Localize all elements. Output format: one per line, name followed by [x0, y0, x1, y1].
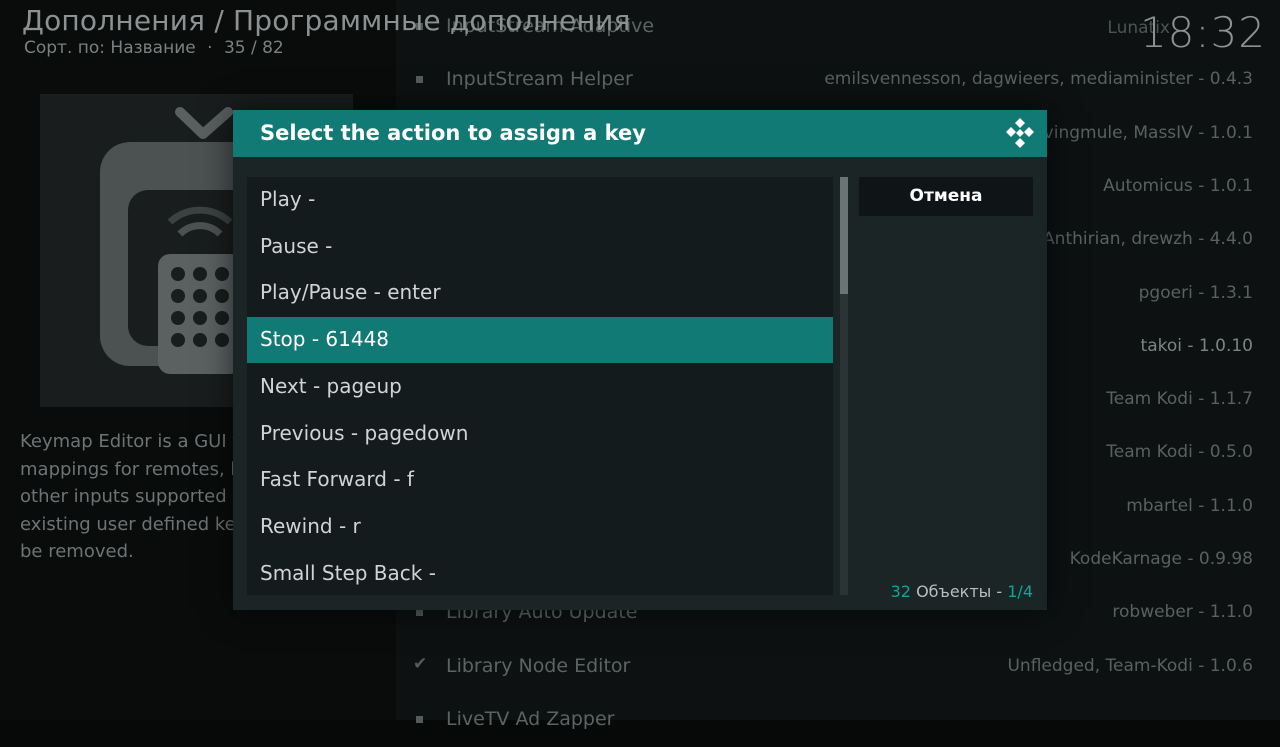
addon-author-version: emilsvennesson, dagwieers, mediaminister…	[824, 69, 1253, 90]
dialog-title: Select the action to assign a key	[260, 121, 646, 145]
sort-label[interactable]: Сорт. по: Название	[24, 38, 196, 58]
bullet-icon	[416, 715, 423, 723]
addon-author-version: robweber - 1.1.0	[1112, 602, 1253, 623]
action-label: Rewind - r	[260, 513, 361, 538]
kodi-logo-icon	[1006, 118, 1034, 148]
page-title: Дополнения / Программные дополнения	[22, 4, 631, 37]
clock: 18:32	[1139, 8, 1266, 57]
item-count-label: Объекты -	[916, 582, 1003, 601]
addon-author-version: Automicus - 1.0.1	[1103, 175, 1253, 196]
addon-author-version: KodeKarnage - 0.9.98	[1069, 549, 1253, 569]
addon-list-item[interactable]: InputStream Helper emilsvennesson, dagwie…	[396, 54, 1280, 107]
action-list-item[interactable]: Fast Forward - f	[247, 457, 833, 503]
addon-author-version: divingmule, MassIV - 1.0.1	[1028, 122, 1253, 143]
page-indicator: 1/4	[1007, 582, 1033, 601]
sort-separator: ·	[207, 38, 213, 58]
addon-author-version: Anthirian, drewzh - 4.4.0	[1043, 229, 1253, 250]
action-list-item[interactable]: Play/Pause - enter	[247, 270, 833, 316]
addon-author-version: Team Kodi - 0.5.0	[1106, 442, 1253, 463]
action-list-item[interactable]: Next - pageup	[247, 364, 833, 410]
action-label: Play -	[260, 187, 316, 211]
addon-name: InputStream Helper	[446, 68, 633, 91]
action-label: Play/Pause - enter	[260, 280, 441, 305]
action-list-item[interactable]: Play -	[247, 177, 833, 223]
action-list-item[interactable]: Pause -	[247, 224, 833, 270]
addon-author-version: Unfledged, Team-Kodi - 1.0.6	[1007, 655, 1253, 676]
action-label: Previous - pagedown	[260, 420, 469, 445]
addon-name: LiveTV Ad Zapper	[446, 707, 615, 730]
action-list[interactable]: Play - Pause - Play/Pause - enter Stop - 61…	[247, 177, 833, 595]
addon-name: Library Node Editor	[446, 654, 631, 677]
list-scrollbar[interactable]	[840, 177, 848, 595]
cancel-button[interactable]: Отмена	[859, 177, 1033, 216]
bullet-icon	[416, 609, 423, 617]
dialog-header: Select the action to assign a key	[233, 110, 1047, 157]
action-list-item[interactable]: Stop - 61448	[247, 317, 833, 364]
addon-author-version: Team Kodi - 1.1.7	[1106, 389, 1253, 410]
list-position: 35 / 82	[223, 38, 284, 58]
action-list-item[interactable]: Rewind - r	[247, 504, 833, 550]
addon-author-version: pgoeri - 1.3.1	[1138, 282, 1253, 303]
item-count: 32 Объекты - 1/4	[891, 582, 1033, 601]
sort-info: Сорт. по: Название · 35 / 82	[24, 38, 284, 58]
action-label: Pause -	[260, 233, 333, 258]
action-list-item[interactable]: Small Step Back -	[247, 551, 833, 595]
checkmark-icon: ✔	[413, 653, 428, 674]
item-count-number: 32	[890, 582, 911, 601]
addon-list-item[interactable]: ✔ Library Node Editor Unfledged, Team-Kodi…	[396, 641, 1280, 694]
action-label: Small Step Back -	[260, 560, 436, 585]
bullet-icon	[416, 76, 423, 84]
action-label: Stop - 61448	[260, 327, 390, 352]
addon-author-version: mbartel - 1.1.0	[1126, 495, 1253, 516]
select-action-dialog: Select the action to assign a key Play -…	[233, 110, 1047, 610]
action-list-item[interactable]: Previous - pagedown	[247, 411, 833, 457]
addon-list-item[interactable]: LiveTV Ad Zapper	[396, 694, 1280, 747]
addon-author-version: takoi - 1.0.10	[1140, 335, 1253, 356]
action-label: Fast Forward - f	[260, 467, 414, 492]
action-label: Next - pageup	[260, 373, 402, 398]
scrollbar-thumb[interactable]	[840, 177, 848, 294]
